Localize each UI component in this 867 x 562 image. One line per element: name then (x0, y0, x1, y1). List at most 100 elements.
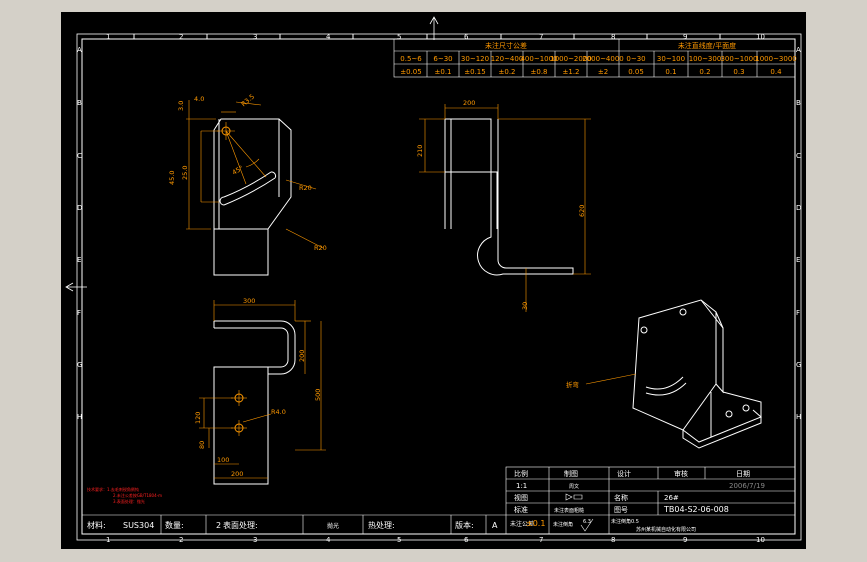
tb-drawing-no-value: TB04-S2-06-008 (663, 505, 729, 514)
col-marker: 3 (253, 536, 257, 544)
row-marker: F (77, 309, 81, 317)
row-marker: G (796, 361, 801, 369)
col-marker: 4 (326, 536, 331, 544)
material-value: SUS304 (123, 521, 154, 530)
col-marker: 1 (106, 33, 110, 41)
qty-value: 2 (216, 521, 221, 530)
col-marker: 2 (179, 33, 183, 41)
linear-value: ±0.8 (531, 68, 548, 76)
dim-label: 300 (243, 297, 255, 305)
note-line: 2.未注公差按GB/T1804-m (113, 492, 162, 498)
tb-drawer: 周文 (569, 483, 579, 490)
flat-value: 0.1 (665, 68, 676, 76)
col-marker: 10 (756, 33, 765, 41)
dim-label: R20 (299, 184, 312, 192)
flat-range: 1000~3000 (755, 55, 797, 63)
tb-header: 制图 (564, 469, 578, 478)
row-marker: E (77, 256, 81, 264)
note-line: 技术要求：1.去毛刺锐角倒钝 (87, 486, 139, 492)
surface-label: 表面处理: (223, 520, 258, 530)
linear-value: ±2 (598, 68, 608, 76)
linear-range: 2000~4000 (582, 55, 624, 63)
tb-name-label: 名称 (614, 493, 628, 502)
linear-value: ±1.2 (563, 68, 580, 76)
cad-viewport: 1 2 3 4 5 6 7 8 9 10 1 2 3 4 5 6 7 8 9 1… (0, 0, 867, 562)
tb-rough-label: 未注倒角 (553, 521, 573, 528)
tb-drawing-no-label: 图号 (614, 506, 628, 514)
dim-label: 200 (231, 470, 243, 478)
flat-range: 100~300 (689, 55, 722, 63)
tb-scale: 1:1 (516, 482, 527, 490)
row-marker: A (77, 46, 82, 54)
col-marker: 5 (397, 33, 401, 41)
col-marker: 8 (611, 33, 615, 41)
col-marker: 3 (253, 33, 257, 41)
linear-range: 120~400 (491, 55, 524, 63)
flat-range: 30~100 (657, 55, 685, 63)
drawing-sheet: 1 2 3 4 5 6 7 8 9 10 1 2 3 4 5 6 7 8 9 1… (61, 12, 806, 549)
row-marker: E (796, 256, 800, 264)
callout-label: 折弯 (566, 380, 580, 389)
col-marker: 1 (106, 536, 110, 544)
linear-value: ±0.1 (435, 68, 452, 76)
row-marker: B (77, 99, 82, 107)
row-marker: H (77, 413, 82, 421)
dim-label: 4.0 (194, 95, 204, 103)
linear-range: 0.5~6 (400, 55, 422, 63)
tb-header: 比例 (514, 469, 528, 478)
linear-value: ±0.05 (400, 68, 421, 76)
linear-range: 30~120 (461, 55, 489, 63)
tb-company: 苏州某机械自动化有限公司 (636, 526, 696, 533)
tb-standard-label: 标准 (514, 505, 528, 514)
tb-header: 日期 (736, 470, 750, 478)
flat-value: 0.3 (733, 68, 744, 76)
flat-tol-title: 未注直线度/平面度 (678, 41, 736, 50)
flat-value: 0.05 (628, 68, 644, 76)
row-marker: D (77, 204, 82, 212)
dim-label: 3.0 (177, 101, 185, 111)
tb-header: 设计 (617, 469, 631, 478)
dim-label: 80 (198, 441, 206, 449)
row-marker: C (77, 152, 82, 160)
row-marker: F (796, 309, 800, 317)
linear-value: ±0.15 (464, 68, 485, 76)
row-marker: B (796, 99, 801, 107)
col-marker: 6 (464, 536, 469, 544)
dim-label: 30 (521, 302, 529, 310)
tb-header: 审核 (674, 469, 688, 478)
row-marker: A (796, 46, 801, 54)
tb-tol-value: ±0.1 (526, 519, 545, 528)
col-marker: 8 (611, 536, 615, 544)
row-marker: H (796, 413, 801, 421)
col-marker: 2 (179, 536, 183, 544)
version-label: 版本: (455, 520, 474, 530)
col-marker: 9 (683, 536, 687, 544)
dim-label: 25.0 (181, 166, 189, 180)
tb-name-value: 26# (664, 494, 679, 502)
dim-label: 620 (578, 205, 586, 217)
linear-range: 6~30 (433, 55, 452, 63)
dim-label: 210 (416, 145, 424, 157)
row-marker: C (796, 152, 801, 160)
note-line: 3.表面处理：抛光 (113, 498, 145, 504)
dim-label: 120 (194, 412, 202, 424)
tb-standard-value: 未注表面粗糙 (554, 507, 584, 514)
dim-label: R20 (314, 244, 327, 252)
linear-tol-title: 未注尺寸公差 (485, 41, 527, 50)
flat-value: 0.2 (699, 68, 710, 76)
dim-label: 200 (298, 350, 306, 362)
dim-label: 200 (463, 99, 475, 107)
col-marker: 6 (464, 33, 469, 41)
row-marker: G (77, 361, 82, 369)
version-value: A (492, 521, 498, 530)
col-marker: 10 (756, 536, 765, 544)
dim-label: 500 (314, 389, 322, 401)
flat-range: 300~1000 (720, 55, 757, 63)
col-marker: 4 (326, 33, 331, 41)
linear-value: ±0.2 (499, 68, 516, 76)
col-marker: 7 (539, 536, 543, 544)
row-marker: D (796, 204, 801, 212)
sheet-background (61, 12, 806, 549)
material-label: 材料: (87, 520, 106, 530)
dim-label: 100 (217, 456, 229, 464)
